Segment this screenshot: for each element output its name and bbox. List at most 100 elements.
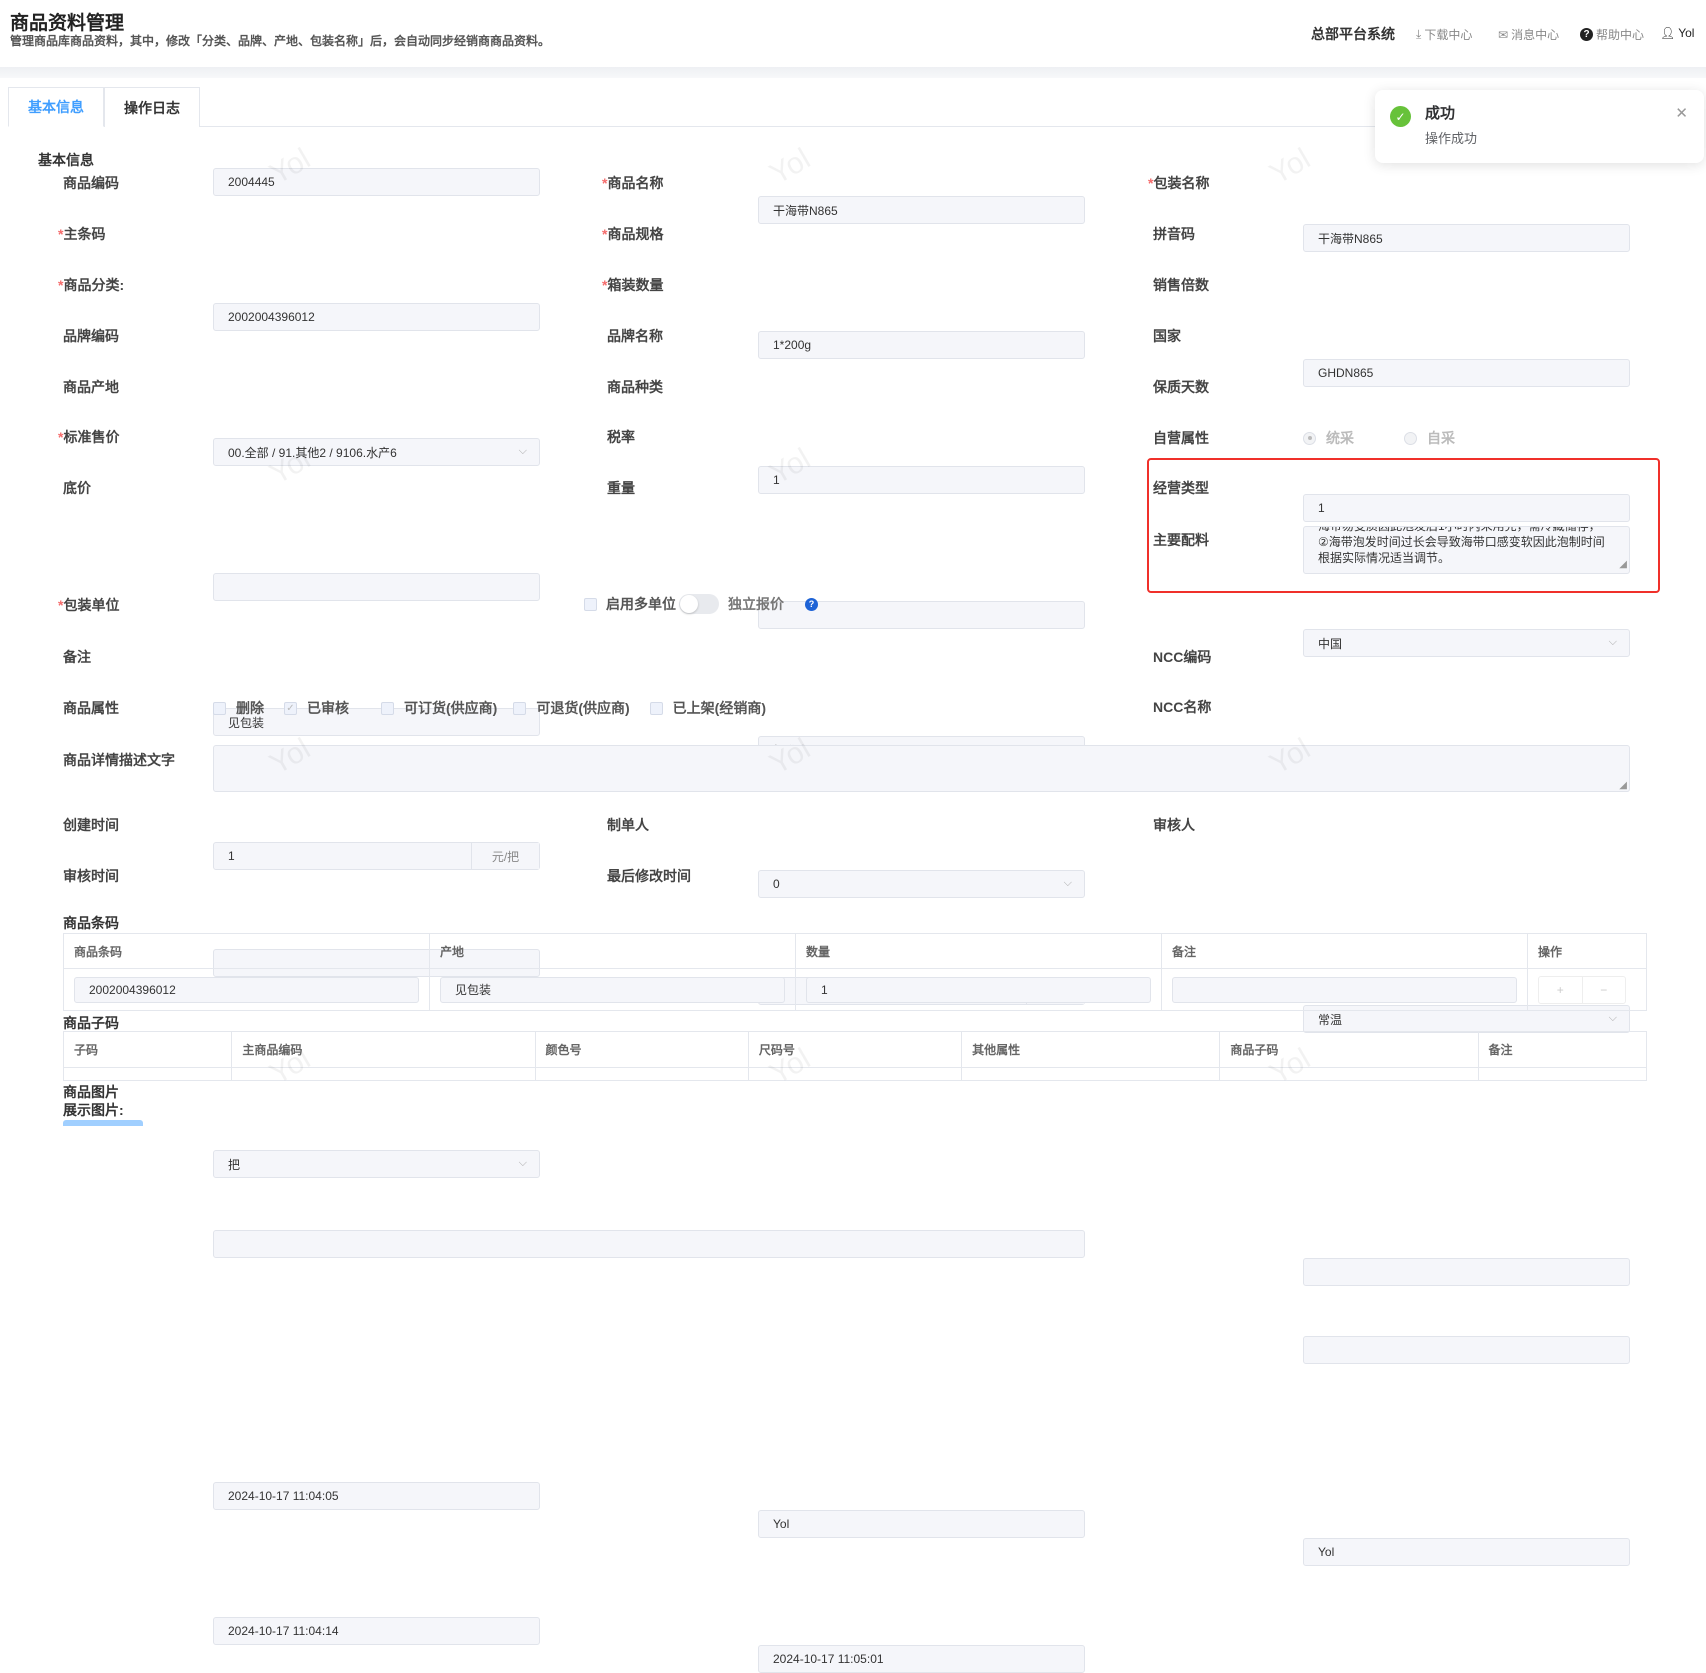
- success-toast: ✓ 成功 操作成功 ✕: [1375, 90, 1704, 163]
- system-name: 总部平台系统: [1311, 26, 1395, 42]
- close-icon[interactable]: ✕: [1675, 104, 1688, 122]
- weight-label: 重量: [607, 480, 635, 496]
- floor-label: 底价: [63, 480, 91, 496]
- pack-unit-select[interactable]: 把 ⌵: [213, 1150, 540, 1178]
- page-header: 商品资料管理 管理商品库商品资料，其中，修改「分类、品牌、产地、包装名称」后，会…: [0, 0, 1706, 67]
- help-icon[interactable]: ?: [805, 597, 818, 611]
- created-input[interactable]: 2024-10-17 11:04:05: [213, 1482, 540, 1510]
- table-header-row: 商品条码 产地 数量 备注 操作: [63, 933, 1647, 969]
- chevron-down-icon: ⌵: [1608, 1012, 1617, 1024]
- upload-button[interactable]: [63, 1120, 143, 1126]
- spec-input[interactable]: 1*200g: [758, 331, 1085, 359]
- ingredients-textarea[interactable]: 海带易变质因此泡发后1小时内未用完，需冷藏储存， ②海带泡发时间过长会导致海带口…: [1303, 526, 1630, 574]
- name-input[interactable]: 干海带N865: [758, 196, 1085, 224]
- header-divider: [0, 67, 1706, 78]
- unit-suffix: 元/把: [471, 843, 539, 869]
- qty-input[interactable]: 1: [806, 976, 1151, 1003]
- attr-checkbox-3[interactable]: 可退货(供应商): [513, 698, 630, 718]
- resize-handle-icon[interactable]: ◢: [1619, 780, 1627, 791]
- chevron-down-icon: ⌵: [1063, 877, 1072, 889]
- country-label: 国家: [1153, 328, 1181, 344]
- checkbox[interactable]: [213, 701, 226, 715]
- checkbox[interactable]: [381, 701, 394, 715]
- multi-unit-checkbox[interactable]: [584, 597, 597, 611]
- page-title: 商品资料管理: [10, 13, 125, 34]
- attr-checkbox-1[interactable]: ✓ 已审核: [284, 698, 349, 718]
- remove-row-button[interactable]: −: [1583, 977, 1626, 1003]
- checkbox[interactable]: [513, 701, 527, 715]
- radio-zicai[interactable]: 自采: [1404, 428, 1455, 448]
- page-subtitle: 管理商品库商品资料，其中，修改「分类、品牌、产地、包装名称」后，会自动同步经销商…: [10, 34, 551, 48]
- pack-unit-label: *包装单位: [58, 597, 120, 613]
- origin-input[interactable]: 见包装: [440, 976, 785, 1003]
- attr-checkbox-2[interactable]: 可订货(供应商): [381, 698, 497, 718]
- pack-name-input[interactable]: 干海带N865: [1303, 224, 1630, 252]
- barcode-input[interactable]: 2002004396012: [213, 303, 540, 331]
- pinyin-label: 拼音码: [1153, 226, 1195, 242]
- desc-label: 商品详情描述文字: [63, 752, 175, 768]
- brand-code-label: 品牌编码: [63, 328, 119, 344]
- success-check-icon: ✓: [1390, 106, 1411, 127]
- independent-price-toggle[interactable]: [679, 594, 719, 614]
- kind-label: 商品种类: [607, 379, 663, 395]
- price-input[interactable]: 1 元/把: [213, 842, 540, 870]
- desc-textarea[interactable]: ◢: [213, 745, 1630, 792]
- ncc-name-input[interactable]: [1303, 1336, 1630, 1364]
- barcode-input[interactable]: 2002004396012: [74, 976, 419, 1003]
- images-title: 商品图片: [63, 1084, 119, 1100]
- origin-label: 商品产地: [63, 379, 119, 395]
- radio-tongcai[interactable]: 统采: [1303, 428, 1354, 448]
- resize-handle-icon[interactable]: ◢: [1619, 557, 1627, 573]
- spec-label: *商品规格: [602, 226, 664, 242]
- pinyin-input[interactable]: GHDN865: [1303, 359, 1630, 387]
- box-qty-label: *箱装数量: [602, 277, 664, 293]
- tab-operation-log[interactable]: 操作日志: [104, 87, 200, 127]
- shelf-label: 保质天数: [1153, 379, 1209, 395]
- toast-title: 成功: [1425, 105, 1456, 122]
- brand-code-input[interactable]: [213, 573, 540, 601]
- attr-checkbox-4[interactable]: 已上架(经销商): [649, 698, 766, 718]
- section-title: 基本信息: [38, 152, 94, 168]
- ncc-code-label: NCC编码: [1153, 649, 1212, 665]
- chevron-down-icon: ⌵: [518, 1157, 527, 1169]
- code-label: 商品编码: [63, 175, 119, 191]
- tab-basic-info[interactable]: 基本信息: [8, 87, 104, 127]
- subcode-title: 商品子码: [63, 1015, 119, 1031]
- mail-icon: ✉: [1498, 27, 1509, 42]
- barcode-label: *主条码: [58, 226, 106, 242]
- maker-input[interactable]: Yol: [758, 1510, 1085, 1538]
- download-center-link[interactable]: ⤓ 下载中心: [1416, 26, 1472, 43]
- multi-unit-group: 启用多单位 独立报价 ?: [584, 594, 818, 614]
- tax-select[interactable]: 0 ⌵: [758, 870, 1085, 898]
- chevron-down-icon: ⌵: [518, 445, 527, 457]
- user-menu[interactable]: 👤︎ Yol: [1660, 26, 1694, 40]
- modified-input[interactable]: 2024-10-17 11:05:01: [758, 1645, 1085, 1673]
- sale-mult-label: 销售倍数: [1153, 277, 1209, 293]
- toast-message: 操作成功: [1425, 131, 1478, 146]
- auditor-input[interactable]: Yol: [1303, 1538, 1630, 1566]
- ncc-code-input[interactable]: [1303, 1258, 1630, 1286]
- table-header-row: 子码 主商品编码 颜色号 尺码号 其他属性 商品子码 备注: [62, 1031, 1648, 1068]
- pack-name-label: *包装名称: [1148, 175, 1210, 191]
- message-center-link[interactable]: ✉ 消息中心: [1498, 26, 1559, 43]
- attrs-label: 商品属性: [63, 700, 119, 716]
- box-qty-input[interactable]: 1: [758, 466, 1085, 494]
- remark-input[interactable]: [213, 1230, 1085, 1258]
- code-input[interactable]: 2004445: [213, 168, 540, 196]
- remark-input[interactable]: [1172, 976, 1517, 1003]
- attr-checkbox-0[interactable]: 删除: [213, 698, 264, 718]
- created-label: 创建时间: [63, 817, 119, 833]
- audit-time-input[interactable]: 2024-10-17 11:04:14: [213, 1617, 540, 1645]
- add-row-button[interactable]: +: [1539, 976, 1583, 1003]
- brand-name-label: 品牌名称: [607, 328, 663, 344]
- checkbox[interactable]: [649, 701, 663, 715]
- user-icon: 👤︎: [1660, 26, 1676, 40]
- chevron-down-icon: ⌵: [1608, 636, 1617, 648]
- category-select[interactable]: 00.全部 / 91.其他2 / 9106.水产6 ⌵: [213, 438, 540, 466]
- checkbox[interactable]: ✓: [284, 701, 297, 715]
- subcode-table: 子码 主商品编码 颜色号 尺码号 其他属性 商品子码 备注: [62, 1031, 1648, 1081]
- help-center-link[interactable]: ? 帮助中心: [1580, 26, 1644, 43]
- table-row: 2002004396012 见包装 1 + −: [63, 968, 1647, 1011]
- modified-label: 最后修改时间: [607, 868, 691, 884]
- country-select[interactable]: 中国 ⌵: [1303, 629, 1630, 657]
